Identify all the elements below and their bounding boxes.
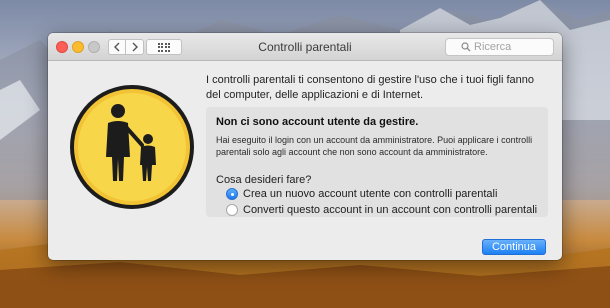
forward-button[interactable] [126,39,144,55]
option-label: Converti questo account in un account co… [243,204,538,216]
no-accounts-panel: Non ci sono account utente da gestire. H… [206,107,548,217]
intro-text: I controlli parentali ti consentono di g… [206,74,535,101]
search-placeholder: Ricerca [474,41,512,53]
zoom-window-button[interactable] [88,41,100,53]
title-bar: Controlli parentali Ricerca [48,33,562,61]
continue-button[interactable]: Continua [482,239,546,255]
option-label: Crea un nuovo account utente con control… [243,188,498,200]
preferences-window: Controlli parentali Ricerca I controlli … [48,33,562,260]
show-all-button[interactable] [146,39,182,55]
minimize-window-button[interactable] [72,41,84,53]
panel-description: Hai eseguito il login con un account da … [216,135,533,157]
search-field[interactable]: Ricerca [445,38,554,56]
chevron-left-icon [114,42,120,52]
panel-heading: Non ci sono account utente da gestire. [216,116,419,128]
pane-content: I controlli parentali ti consentono di g… [48,61,562,260]
option-convert-account[interactable]: Converti questo account in un account co… [226,204,537,216]
option-create-account[interactable]: Crea un nuovo account utente con control… [226,188,497,200]
radio-selected-icon[interactable] [226,188,238,200]
back-button[interactable] [108,39,126,55]
chevron-right-icon [132,42,138,52]
search-icon [461,42,471,52]
close-window-button[interactable] [56,41,68,53]
show-all-grid-icon [157,42,171,52]
parental-controls-icon [70,85,194,209]
question-label: Cosa desideri fare? [216,174,312,186]
radio-unselected-icon[interactable] [226,204,238,216]
